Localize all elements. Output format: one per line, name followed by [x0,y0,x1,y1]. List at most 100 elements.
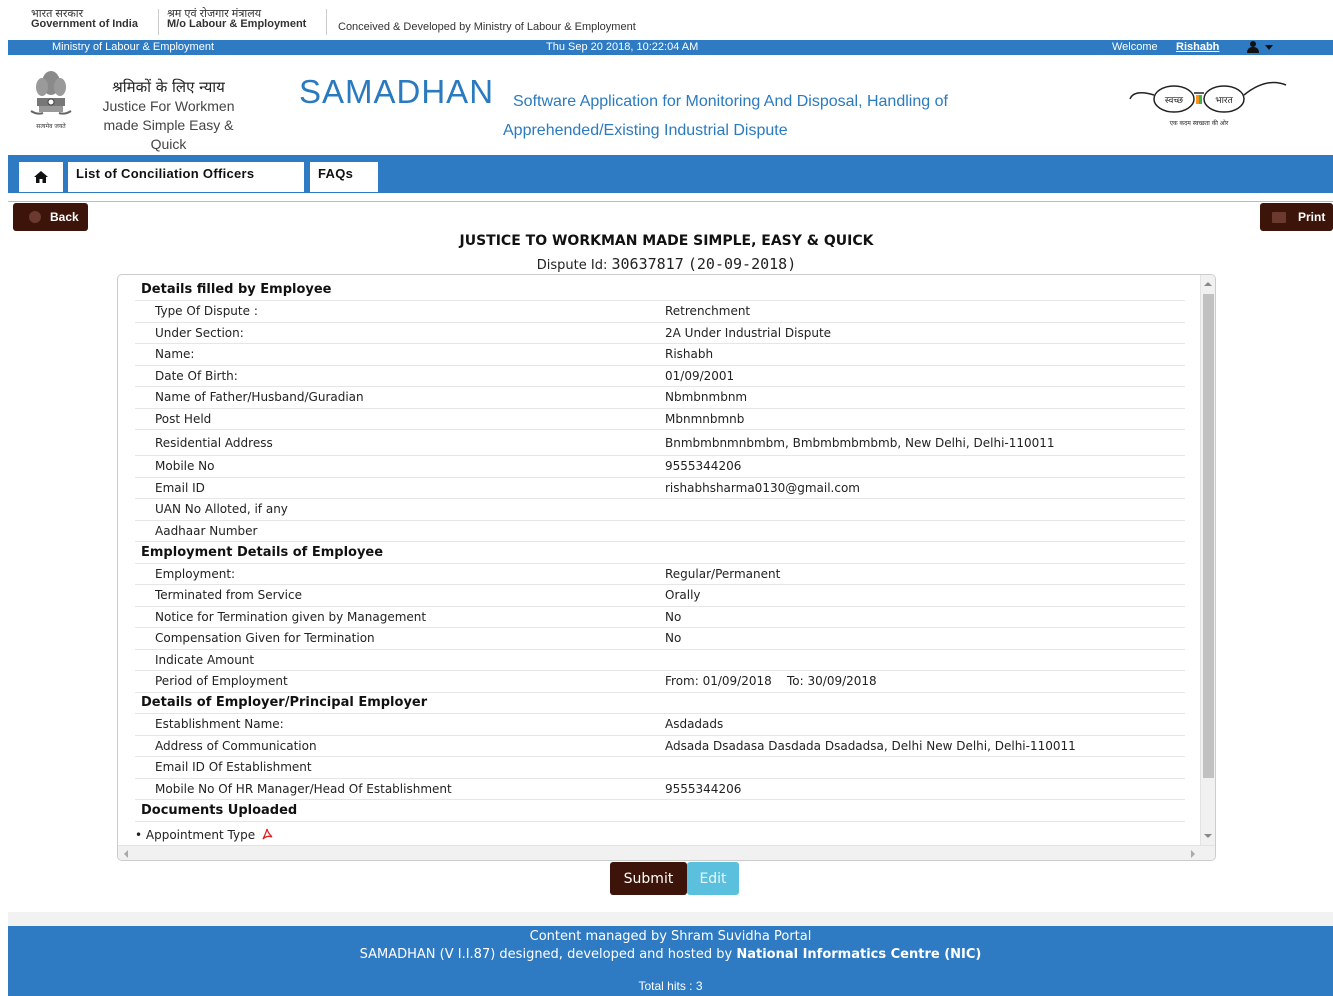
submit-button[interactable]: Submit [610,862,687,895]
government-strip: भारत सरकार Government of India श्रम एवं … [0,0,1333,40]
print-button[interactable]: Print [1260,203,1333,231]
row-value: Regular/Permanent [665,563,1185,585]
row-value: rishabhsharma0130@gmail.com [665,477,1185,499]
row-value [665,649,1185,671]
row-value: From: 01/09/2018 To: 30/09/2018 [665,670,1185,693]
row-key: Mobile No Of HR Manager/Head Of Establis… [135,778,665,800]
row-value: 9555344206 [665,455,1185,478]
row-key: Compensation Given for Termination [135,627,665,650]
section-header: Documents Uploaded [135,799,1185,822]
row-key: Terminated from Service [135,584,665,607]
row-value: Mbnmnbmnb [665,408,1185,430]
row-key: Email ID [135,477,665,499]
national-emblem-icon: सत्यमेव जयते [30,71,72,130]
details-panel: Details filled by Employee Type Of Dispu… [117,274,1216,861]
scroll-right-icon[interactable] [1191,850,1195,858]
welcome-label: Welcome [1112,41,1158,53]
table-row: Compensation Given for Termination No [135,627,1185,650]
table-row: Type Of Dispute : Retrenchment [135,300,1185,323]
row-key: Under Section: [135,322,665,344]
tagline-line-2: made Simple Easy & [103,117,234,133]
section-documents-title: Documents Uploaded [135,799,1185,822]
row-key: Indicate Amount [135,649,665,671]
pdf-icon[interactable] [261,827,274,841]
table-row: Post Held Mbnmnbmnb [135,408,1185,430]
table-row: Email ID Of Establishment [135,756,1185,779]
scroll-up-icon[interactable] [1204,282,1212,286]
divider [326,9,327,35]
table-row: Period of Employment From: 01/09/2018 To:… [135,670,1185,693]
table-row: Date Of Birth: 01/09/2001 [135,365,1185,387]
dispute-id-line: Dispute Id: 30637817 (20-09-2018) [0,255,1333,273]
row-value: 01/09/2001 [665,365,1185,387]
ministry-name: श्रम एवं रोजगार मंत्रालय M/o Labour & Em… [167,9,307,30]
svg-text:स्वच्छ: स्वच्छ [1165,96,1184,106]
row-value [665,498,1185,521]
footer-credits: SAMADHAN (V I.I.87) designed, developed … [8,947,1333,962]
row-key: Address of Communication [135,735,665,757]
scroll-left-icon[interactable] [124,850,128,858]
row-key: Employment: [135,563,665,585]
row-value: Orally [665,584,1185,607]
edit-button[interactable]: Edit [687,862,739,895]
row-key: Name: [135,343,665,366]
home-icon [34,171,48,183]
gov-en-text: Government of India [31,18,138,30]
table-row: Name: Rishabh [135,343,1185,366]
table-row: Email ID rishabhsharma0130@gmail.com [135,477,1185,499]
row-value: No [665,606,1185,628]
dispute-date: (20-09-2018) [687,255,797,273]
table-row: Establishment Name: Asdadads [135,713,1185,736]
table-row: Mobile No Of HR Manager/Head Of Establis… [135,778,1185,800]
table-row: UAN No Alloted, if any [135,498,1185,521]
conceived-text: Conceived & Developed by Ministry of Lab… [338,21,636,33]
brand-subtitle: Software Application for Monitoring And … [503,87,1083,145]
tagline: श्रमिकों के लिए न्याय Justice For Workme… [96,77,241,154]
tab-list-of-conciliation-officers[interactable]: List of Conciliation Officers [68,162,304,192]
site-footer: Content managed by Shram Suvidha Portal … [8,926,1333,996]
username-link[interactable]: Rishabh [1176,41,1219,53]
user-menu-icon[interactable] [1246,40,1280,54]
row-key: Type Of Dispute : [135,300,665,323]
footer-credits-text: SAMADHAN (V I.I.87) designed, developed … [359,947,737,962]
back-label: Back [50,210,79,224]
gov-of-india: भारत सरकार Government of India [31,9,138,30]
date-time: Thu Sep 20 2018, 10:22:04 AM [546,41,699,53]
svg-text:एक कदम स्वच्छता की ओर: एक कदम स्वच्छता की ओर [1170,119,1229,127]
tab-faqs[interactable]: FAQs [310,162,378,192]
table-row: Indicate Amount [135,649,1185,671]
row-key: Residential Address [135,429,665,456]
scroll-down-icon[interactable] [1204,834,1212,838]
section-employment-title: Employment Details of Employee [135,541,1185,564]
horizontal-scrollbar[interactable] [118,845,1215,860]
table-row: Notice for Termination given by Manageme… [135,606,1185,628]
page-title: JUSTICE TO WORKMAN MADE SIMPLE, EASY & Q… [459,233,874,249]
dispute-id-label: Dispute Id: [536,258,608,273]
status-bar: Ministry of Labour & Employment Thu Sep … [8,40,1333,55]
section-header: Details of Employer/Principal Employer [135,692,1185,714]
table-row: Employment: Regular/Permanent [135,563,1185,585]
row-value: 9555344206 [665,778,1185,800]
row-key: Name of Father/Husband/Guradian [135,386,665,409]
details-table: Details filled by Employee Type Of Dispu… [135,279,1185,847]
brand-subtitle-line-2: Apprehended/Existing Industrial Dispute [503,122,788,139]
ministry-en-text: M/o Labour & Employment [167,18,307,30]
print-label: Print [1298,210,1326,224]
back-button[interactable]: Back [13,203,88,231]
table-row: Residential Address Bnmbmbnmnbmbm, Bmbmbm… [135,429,1185,456]
scrollbar-thumb[interactable] [1203,294,1214,778]
table-row: Aadhaar Number [135,520,1185,542]
table-row: Name of Father/Husband/Guradian Nbmbnmbnm [135,386,1185,409]
footer-spacer [8,912,1333,926]
row-value: Asdadads [665,713,1185,736]
row-key: Email ID Of Establishment [135,756,665,779]
row-value: Adsada Dsadasa Dasdada Dsadadsa, Delhi N… [665,735,1185,757]
row-value: 2A Under Industrial Dispute [665,322,1185,344]
vertical-scrollbar[interactable] [1200,275,1215,845]
footer-nic-link[interactable]: National Informatics Centre (NIC) [736,947,981,962]
home-button[interactable] [19,162,63,192]
row-key: Period of Employment [135,670,665,693]
row-value [665,520,1185,542]
svg-text:सत्यमेव जयते: सत्यमेव जयते [36,122,66,130]
dispute-id-value: 30637817 [611,255,684,273]
